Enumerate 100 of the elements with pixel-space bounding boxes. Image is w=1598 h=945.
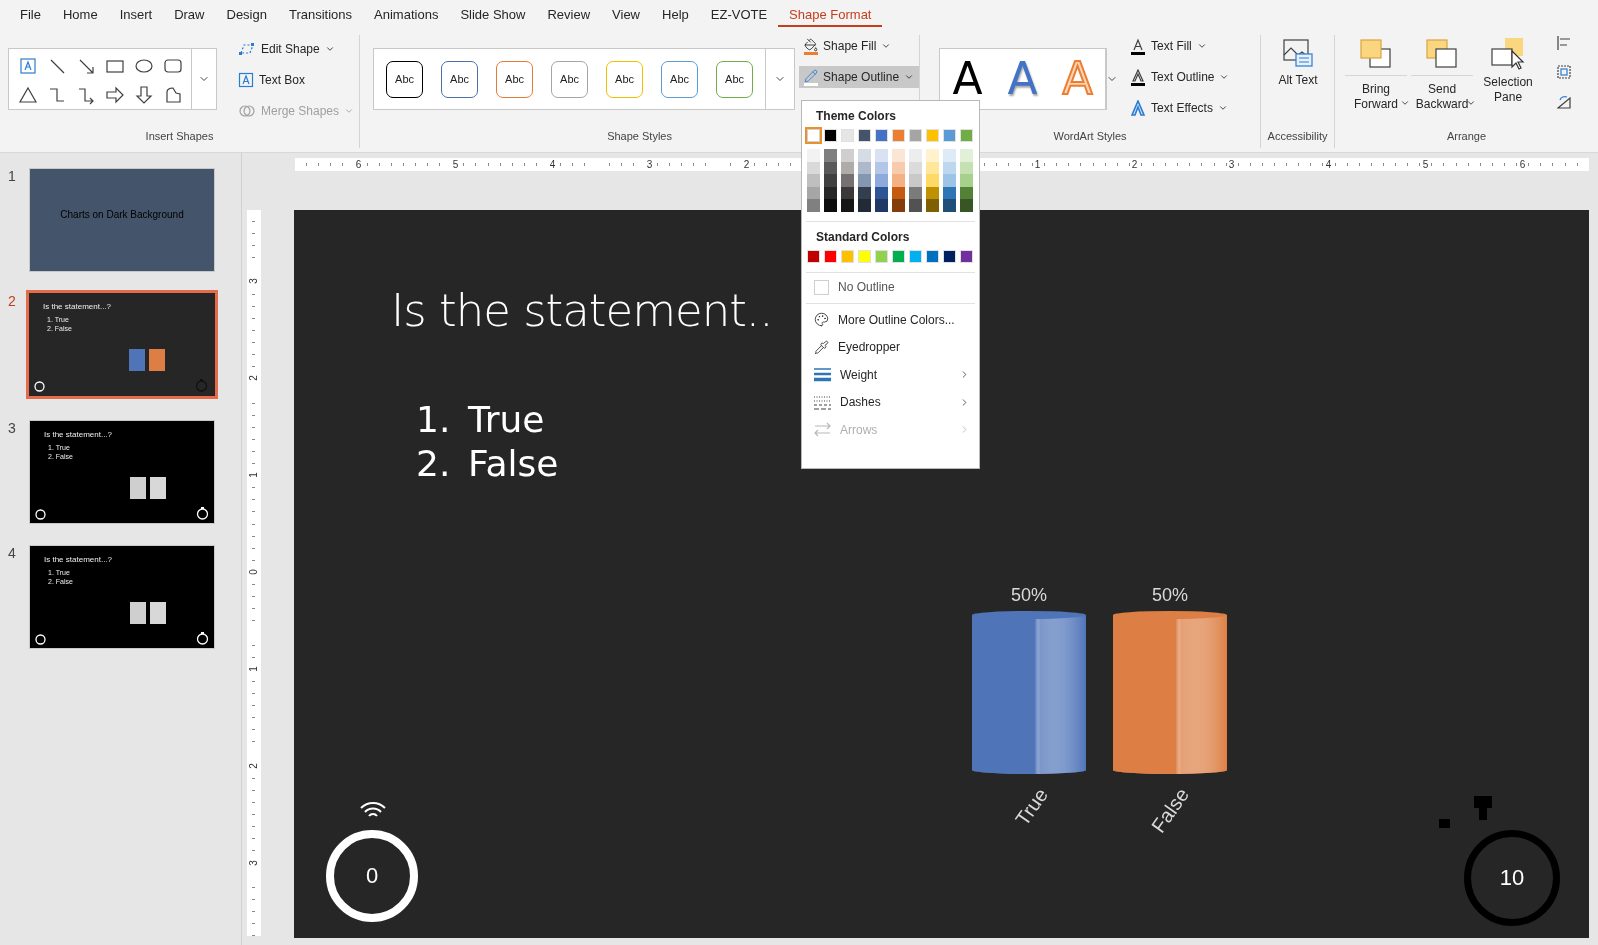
ribbon-button[interactable]: Send Backward [1411,37,1474,108]
color-swatch[interactable] [909,149,922,162]
color-swatch[interactable] [926,149,939,162]
edit-shape-icon [238,41,256,57]
color-swatch[interactable] [909,199,922,212]
ribbon-button[interactable]: Text Fill [1125,35,1235,57]
color-swatch[interactable] [909,249,922,263]
vote-counter: 0 [326,830,418,922]
style-preset[interactable]: Abc [606,60,644,98]
ribbon-button[interactable]: Text Outline [1125,66,1235,88]
menu-tab[interactable]: Design [215,2,278,28]
color-swatch[interactable] [926,174,939,187]
text-box-icon[interactable] [17,55,38,76]
color-swatch[interactable] [943,249,956,263]
color-swatch[interactable] [824,249,837,263]
color-swatch[interactable] [858,174,871,187]
style-preset[interactable]: Abc [551,60,589,98]
color-swatch[interactable] [807,249,820,263]
color-swatch[interactable] [807,199,820,212]
color-swatch[interactable] [875,149,888,162]
ribbon-button[interactable]: Selection Pane [1477,37,1540,105]
align-icon[interactable] [1557,35,1572,51]
color-swatch[interactable] [909,129,922,142]
gallery-more-button[interactable] [1105,49,1119,109]
menu-item[interactable]: More Outline Colors... [802,306,979,334]
wordart-preset[interactable]: A [940,57,996,101]
color-swatch[interactable] [841,199,854,212]
menu-tab[interactable]: Slide Show [449,2,537,28]
color-swatch[interactable] [926,129,939,142]
stopwatch-thumbnail-icon [196,506,209,520]
ribbon-button[interactable]: Text Effects [1125,97,1235,119]
menu-item[interactable]: Weight [802,361,979,389]
color-swatch[interactable] [858,199,871,212]
color-swatch[interactable] [875,174,888,187]
menu-tab[interactable]: File [9,2,52,28]
ruler-label: 1 [1032,158,1043,171]
menu-tab[interactable]: Animations [363,2,450,28]
menu-item[interactable]: Dashes [802,388,979,416]
ribbon-button[interactable]: Edit Shape [233,38,360,60]
ribbon-button[interactable]: Text Box [233,69,360,91]
color-swatch[interactable] [892,174,905,187]
style-preset[interactable]: Abc [716,60,754,98]
color-swatch[interactable] [807,149,820,162]
color-swatch[interactable] [960,249,973,263]
style-preset[interactable]: Abc [661,60,699,98]
color-swatch[interactable] [892,199,905,212]
color-swatch[interactable] [841,249,854,263]
color-swatch[interactable] [926,249,939,263]
menu-item[interactable]: No Outline [802,273,979,301]
color-swatch[interactable] [960,174,973,187]
color-swatch[interactable] [960,129,973,142]
wordart-preset[interactable]: A [995,57,1051,101]
group-icon[interactable] [1557,64,1572,80]
color-swatch[interactable] [824,149,837,162]
color-swatch[interactable] [858,149,871,162]
menu-tab[interactable]: Home [51,2,109,28]
color-swatch[interactable] [824,199,837,212]
right-arrow-icon[interactable] [104,84,125,105]
color-swatch[interactable] [909,174,922,187]
color-swatch[interactable] [841,129,854,142]
color-swatch[interactable] [943,129,956,142]
rotate-icon[interactable] [1557,93,1572,109]
style-preset[interactable]: Abc [496,60,534,98]
style-preset[interactable]: Abc [441,60,479,98]
color-swatch[interactable] [858,249,871,263]
color-swatch[interactable] [875,249,888,263]
color-swatch[interactable] [875,129,888,142]
shape-fill-button[interactable]: Shape Fill [799,35,920,57]
color-swatch[interactable] [807,129,820,142]
menu-tab[interactable]: Transitions [277,2,364,28]
color-swatch[interactable] [858,129,871,142]
alt-text-button[interactable]: Alt Text [1267,37,1329,88]
menu-tab[interactable]: Help [651,2,700,28]
color-swatch[interactable] [841,149,854,162]
color-swatch[interactable] [943,174,956,187]
color-swatch[interactable] [875,199,888,212]
color-swatch[interactable] [943,149,956,162]
menu-tab[interactable]: Insert [108,2,164,28]
color-swatch[interactable] [892,129,905,142]
chart-thumbnail-drawing [129,600,167,626]
color-swatch[interactable] [926,199,939,212]
menu-item[interactable]: Eyedropper [802,333,979,361]
color-swatch[interactable] [960,199,973,212]
down-arrow-icon[interactable] [133,84,154,105]
color-swatch[interactable] [824,129,837,142]
color-swatch[interactable] [960,149,973,162]
menu-tab[interactable]: View [601,2,651,28]
color-swatch[interactable] [841,174,854,187]
color-swatch[interactable] [892,249,905,263]
ribbon-button[interactable]: Bring Forward [1345,37,1408,108]
menu-tab[interactable]: Draw [163,2,216,28]
menu-tab[interactable]: EZ-VOTE [699,2,779,28]
slide-number: 3 [7,420,17,438]
menu-tab[interactable]: Review [536,2,602,28]
shape-outline-button[interactable]: Shape Outline [799,66,920,88]
style-preset[interactable]: Abc [386,60,424,98]
color-swatch[interactable] [824,174,837,187]
color-swatch[interactable] [943,199,956,212]
color-swatch[interactable] [807,174,820,187]
color-swatch[interactable] [892,149,905,162]
